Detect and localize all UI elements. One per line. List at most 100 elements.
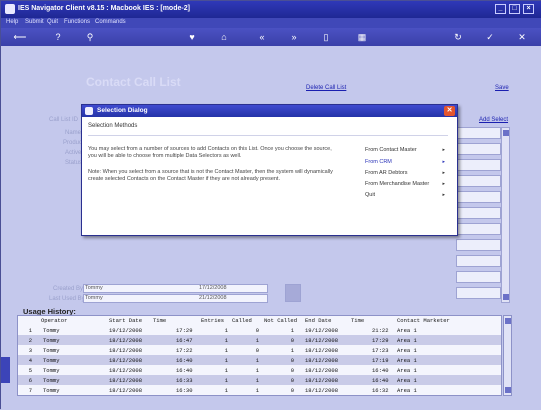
home-icon[interactable]: ⌂	[217, 31, 231, 43]
cell-start-date: 18/12/2008	[109, 337, 143, 344]
scroll-down-arrow[interactable]	[505, 387, 511, 393]
menu-help[interactable]: Help	[6, 19, 18, 25]
box-icon[interactable]: ▯	[319, 31, 333, 43]
cell-end-date: 18/12/2008	[305, 337, 339, 344]
option-from-ar-debtors[interactable]: From AR Debtors ▸	[365, 170, 445, 176]
col-contact-marketer: Contact Marketer	[397, 317, 450, 324]
forward-icon[interactable]: »	[287, 31, 301, 43]
cell-row-number: 2	[28, 337, 32, 344]
cell-start-date: 18/12/2008	[109, 387, 143, 394]
dialog-divider	[88, 135, 448, 136]
table-row[interactable]: 3 Tommy 18/12/2008 17:22 1 0 1 18/12/2008 17:23 A…	[18, 345, 501, 355]
save-link[interactable]: Save	[495, 85, 509, 91]
cell-called: 0	[255, 347, 259, 354]
table-row[interactable]: 6 Tommy 18/12/2008 16:33 1 1 0 18/12/2008 16:40 A…	[18, 375, 501, 385]
cell-operator: Tommy	[43, 367, 60, 374]
help-icon[interactable]: ?	[51, 31, 65, 43]
created-by-field	[83, 284, 268, 293]
cell-end-time: 17:19	[372, 357, 389, 364]
dialog-app-icon	[85, 107, 93, 115]
col-called: Called	[232, 317, 252, 324]
minimize-button[interactable]: _	[495, 4, 506, 14]
cell-called: 1	[255, 337, 259, 344]
grid-icon[interactable]: ▦	[355, 31, 369, 43]
cell-entries: 1	[224, 337, 228, 344]
table-row[interactable]: 7 Tommy 18/12/2008 16:30 1 1 0 18/12/2008 16:32 A…	[18, 385, 501, 395]
cell-row-number: 3	[28, 347, 32, 354]
maximize-button[interactable]: □	[509, 4, 520, 14]
heart-icon[interactable]: ♥	[185, 31, 199, 43]
table-row[interactable]: 1 Tommy 19/12/2008 17:29 1 0 1 19/12/2008 21:22 A…	[18, 325, 501, 335]
scroll-down-arrow[interactable]	[503, 294, 509, 300]
cell-contact-marketer: Area 1	[397, 367, 417, 374]
menu-bar: Help Submit Quit Functions Commands	[1, 18, 541, 28]
side-tab[interactable]	[1, 357, 10, 383]
delete-call-list-link[interactable]: Delete Call List	[306, 85, 346, 91]
col-not-called: Not Called	[264, 317, 298, 324]
menu-quit[interactable]: Quit	[47, 19, 58, 25]
cell-start-time: 16:40	[176, 367, 193, 374]
cell-not-called: 1	[290, 347, 294, 354]
col-start-date: Start Date	[109, 317, 143, 324]
selector-list[interactable]	[456, 127, 501, 303]
side-button[interactable]	[285, 284, 301, 302]
option-quit[interactable]: Quit ▸	[365, 192, 445, 198]
cell-end-time: 17:23	[372, 347, 389, 354]
cell-not-called: 0	[290, 357, 294, 364]
cell-start-date: 19/12/2008	[109, 327, 143, 334]
table-row[interactable]: 5 Tommy 18/12/2008 16:40 1 1 0 18/12/2008 16:40 A…	[18, 365, 501, 375]
col-entries: Entries	[201, 317, 225, 324]
add-select-link[interactable]: Add Select	[479, 117, 508, 123]
search-icon[interactable]: ⚲	[83, 31, 97, 43]
status-label: Status	[65, 160, 83, 166]
cell-contact-marketer: Area 1	[397, 377, 417, 384]
col-end-date: End Date	[305, 317, 332, 324]
app-window: IES Navigator Client v8.15 : Macbook IES…	[0, 0, 541, 410]
refresh-icon[interactable]: ↻	[451, 31, 465, 43]
menu-commands[interactable]: Commands	[95, 19, 126, 25]
table-row[interactable]: 4 Tommy 18/12/2008 16:40 1 1 0 18/12/2008 17:19 A…	[18, 355, 501, 365]
cell-operator: Tommy	[43, 347, 60, 354]
cell-row-number: 4	[28, 357, 32, 364]
selector-scrollbar[interactable]	[501, 127, 510, 303]
cell-end-date: 18/12/2008	[305, 357, 339, 364]
option-from-merchandise-master[interactable]: From Merchandise Master ▸	[365, 181, 445, 187]
back-icon[interactable]: ⟵	[13, 31, 27, 43]
table-row[interactable]: 2 Tommy 18/12/2008 16:47 1 1 0 18/12/2008 17:29 A…	[18, 335, 501, 345]
created-by-value: Tommy	[85, 285, 103, 291]
option-from-crm[interactable]: From CRM ▸	[365, 159, 445, 165]
cell-end-time: 16:40	[372, 377, 389, 384]
last-used-field	[83, 294, 268, 303]
cell-not-called: 0	[290, 377, 294, 384]
menu-submit[interactable]: Submit	[25, 19, 44, 25]
cell-not-called: 0	[290, 337, 294, 344]
scroll-up-arrow[interactable]	[503, 130, 509, 136]
close-icon[interactable]: ✕	[515, 31, 529, 43]
cell-operator: Tommy	[43, 377, 60, 384]
name-label: Name	[65, 130, 82, 136]
check-icon[interactable]: ✓	[483, 31, 497, 43]
cell-end-date: 18/12/2008	[305, 367, 339, 374]
cell-row-number: 1	[28, 327, 32, 334]
dialog-close-button[interactable]: ✕	[444, 106, 455, 116]
arrow-icon: ▸	[442, 181, 445, 187]
dialog-text-1a: You may select from a number of sources …	[88, 146, 332, 152]
cell-operator: Tommy	[43, 337, 60, 344]
cell-end-date: 19/12/2008	[305, 327, 339, 334]
option-from-contact-master[interactable]: From Contact Master ▸	[365, 147, 445, 153]
cell-operator: Tommy	[43, 327, 60, 334]
cell-contact-marketer: Area 1	[397, 347, 417, 354]
cell-row-number: 7	[28, 387, 32, 394]
rewind-icon[interactable]: «	[255, 31, 269, 43]
menu-functions[interactable]: Functions	[64, 19, 90, 25]
cell-operator: Tommy	[43, 357, 60, 364]
call-list-id-label: Call List ID	[49, 117, 79, 123]
usage-scrollbar[interactable]	[503, 315, 512, 396]
close-window-button[interactable]: ×	[523, 4, 534, 14]
dialog-text-2a: Note: When you select from a source that…	[88, 169, 333, 175]
col-time: Time	[153, 317, 167, 324]
cell-entries: 1	[224, 327, 228, 334]
active-label: Active	[65, 150, 82, 156]
cell-end-date: 18/12/2008	[305, 377, 339, 384]
scroll-up-arrow[interactable]	[505, 318, 511, 324]
